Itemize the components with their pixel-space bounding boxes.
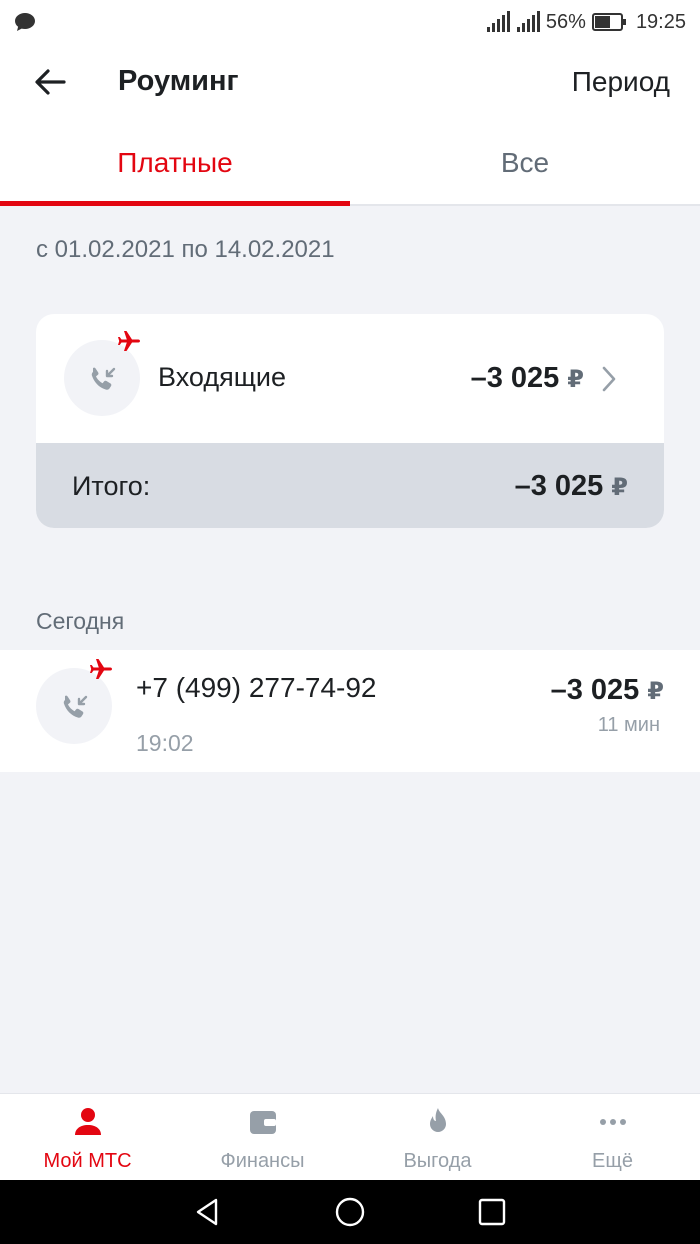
battery-percent: 56%: [545, 10, 586, 33]
transaction-duration: 11 мин: [597, 714, 660, 736]
section-label-today: Сегодня: [36, 608, 125, 634]
total-label: Итого:: [72, 471, 151, 501]
active-tab-indicator: [0, 201, 350, 206]
page-title: Роуминг: [118, 65, 239, 97]
battery-icon: [591, 13, 626, 31]
total-row: Итого: –3 025 ₽: [36, 443, 664, 528]
nav-label: Ещё: [592, 1150, 633, 1172]
incoming-amount: –3 025 ₽: [471, 362, 584, 395]
chevron-right-icon: [602, 366, 616, 392]
app-bar: Роуминг Период: [0, 44, 700, 120]
incoming-call-avatar: [64, 331, 140, 416]
back-arrow-icon[interactable]: [32, 64, 68, 100]
status-bar: 56% 19:25: [0, 0, 700, 44]
bottom-nav: Мой МТС Финансы Выгода Ещё: [0, 1093, 700, 1180]
ruble-sign: ₽: [567, 366, 584, 393]
transaction-row[interactable]: +7 (499) 277-74-92 19:02 –3 025 ₽ 11 мин: [0, 650, 700, 772]
nav-label: Выгода: [403, 1150, 472, 1172]
nav-more[interactable]: Ещё: [525, 1094, 700, 1181]
clock: 19:25: [635, 10, 686, 33]
transaction-amount: –3 025 ₽: [551, 674, 664, 707]
tab-paid[interactable]: Платные: [0, 120, 350, 206]
nav-label: Мой МТС: [43, 1150, 132, 1172]
summary-card: Входящие –3 025 ₽ Итого: –3 025 ₽: [36, 314, 664, 528]
signal-icon: [486, 11, 510, 32]
transaction-time: 19:02: [136, 730, 194, 756]
incoming-call-avatar: [36, 659, 112, 744]
incoming-call-icon: [63, 695, 88, 718]
period-button[interactable]: Период: [572, 66, 670, 98]
system-home-icon[interactable]: [334, 1196, 366, 1228]
incoming-row[interactable]: Входящие –3 025 ₽: [36, 314, 664, 443]
total-amount: –3 025 ₽: [515, 470, 628, 503]
system-recents-icon[interactable]: [476, 1196, 508, 1228]
nav-benefits[interactable]: Выгода: [350, 1094, 525, 1181]
more-icon: [600, 1119, 626, 1125]
incoming-label: Входящие: [158, 362, 287, 392]
nav-finance[interactable]: Финансы: [175, 1094, 350, 1181]
incoming-call-icon: [91, 367, 116, 390]
nav-my-mts[interactable]: Мой МТС: [0, 1094, 175, 1181]
airplane-icon: [118, 331, 140, 351]
signal-4g-icon: [516, 11, 540, 32]
transaction-amount-value: –3 025: [550, 674, 640, 706]
nav-label: Финансы: [220, 1150, 305, 1172]
wallet-icon: [250, 1111, 276, 1134]
system-back-icon[interactable]: [192, 1196, 224, 1228]
ruble-sign: ₽: [647, 678, 664, 705]
flame-icon: [430, 1108, 446, 1132]
person-icon: [75, 1108, 101, 1135]
ruble-sign: ₽: [611, 474, 628, 501]
incoming-amount-value: –3 025: [470, 362, 560, 394]
airplane-icon: [90, 659, 112, 679]
system-nav-bar: [0, 1180, 700, 1244]
transaction-phone-number: +7 (499) 277-74-92: [136, 672, 377, 703]
tab-bar: Платные Все: [0, 120, 700, 206]
total-amount-value: –3 025: [514, 470, 604, 502]
chat-notification-icon: [15, 13, 35, 31]
date-range: с 01.02.2021 по 14.02.2021: [36, 236, 335, 263]
tab-all[interactable]: Все: [350, 120, 700, 206]
